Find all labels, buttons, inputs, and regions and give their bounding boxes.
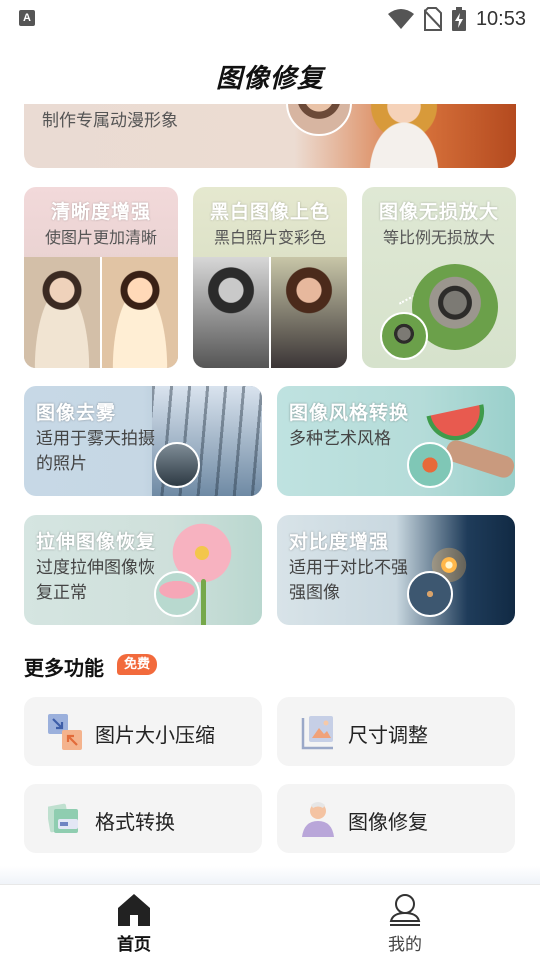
nav-home[interactable]: 首页 bbox=[84, 893, 184, 957]
card-subtitle: 适用于对比不强强图像 bbox=[289, 558, 408, 603]
resize-button[interactable]: 尺寸调整 bbox=[277, 697, 515, 766]
banner-anime-illustration bbox=[344, 104, 464, 168]
card-title: 拉伸图像恢复 bbox=[36, 531, 157, 553]
card-bw-colorize[interactable]: 黑白图像上色 黑白照片变彩色 bbox=[193, 187, 347, 368]
status-bar: A 10:53 bbox=[0, 0, 540, 38]
tool-label: 尺寸调整 bbox=[348, 723, 428, 747]
contrast-preview-circle bbox=[407, 571, 453, 617]
card-subtitle: 黑白照片变彩色 bbox=[213, 228, 326, 247]
raccoon-small-photo bbox=[380, 312, 428, 360]
card-subtitle: 过度拉伸图像恢复正常 bbox=[36, 558, 155, 603]
card-contrast-enhance[interactable]: 对比度增强 适用于对比不强强图像 bbox=[277, 515, 515, 625]
banner-subtitle: 制作专属动漫形象 bbox=[42, 111, 178, 131]
card-clarity-enhance[interactable]: 清晰度增强 使图片更加清晰 bbox=[24, 187, 178, 368]
resize-icon bbox=[301, 716, 333, 750]
tool-label: 格式转换 bbox=[95, 810, 175, 834]
tool-label: 图像修复 bbox=[348, 810, 428, 834]
status-icons: 10:53 bbox=[387, 6, 526, 32]
nav-profile[interactable]: 我的 bbox=[355, 893, 455, 957]
tool-label: 图片大小压缩 bbox=[95, 723, 215, 747]
compare-divider bbox=[100, 257, 102, 368]
before-photo bbox=[24, 257, 100, 368]
page-title: 图像修复 bbox=[215, 64, 324, 94]
colorized-photo bbox=[271, 257, 347, 368]
format-convert-button[interactable]: 格式转换 bbox=[24, 784, 262, 853]
card-title: 黑白图像上色 bbox=[209, 201, 330, 223]
scroll-fade bbox=[0, 866, 540, 886]
card-title: 图像无损放大 bbox=[378, 201, 499, 223]
card-subtitle: 多种艺术风格 bbox=[289, 429, 391, 449]
card-subtitle: 等比例无损放大 bbox=[382, 228, 495, 247]
card-dehaze[interactable]: 图像去雾 适用于雾天拍摄的照片 bbox=[24, 386, 262, 496]
compress-icon bbox=[48, 714, 82, 750]
battery-charging-icon bbox=[451, 7, 466, 31]
bottom-nav: 首页 我的 bbox=[0, 884, 540, 960]
home-icon bbox=[118, 894, 150, 926]
card-style-transfer[interactable]: 图像风格转换 多种艺术风格 bbox=[277, 386, 515, 496]
compress-image-button[interactable]: 图片大小压缩 bbox=[24, 697, 262, 766]
wifi-icon bbox=[387, 9, 414, 29]
bw-photo bbox=[193, 257, 269, 368]
image-repair-button[interactable]: 图像修复 bbox=[277, 784, 515, 853]
nav-home-label: 首页 bbox=[117, 935, 151, 955]
card-lossless-upscale[interactable]: 图像无损放大 等比例无损放大 bbox=[362, 187, 516, 368]
stretch-preview-circle bbox=[154, 571, 200, 617]
arm-image bbox=[443, 437, 515, 481]
card-subtitle: 使图片更加清晰 bbox=[44, 228, 157, 247]
banner-original-photo bbox=[286, 104, 352, 136]
card-title: 清晰度增强 bbox=[50, 201, 151, 223]
anime-avatar-banner[interactable]: 制作专属动漫形象 bbox=[24, 104, 516, 168]
status-time: 10:53 bbox=[475, 7, 526, 30]
no-sim-icon bbox=[423, 7, 442, 31]
card-stretch-restore[interactable]: 拉伸图像恢复 过度拉伸图像恢复正常 bbox=[24, 515, 262, 625]
profile-icon bbox=[389, 894, 421, 926]
more-functions-heading: 更多功能 bbox=[24, 656, 104, 680]
dehaze-preview-circle bbox=[154, 442, 200, 488]
portrait-repair-icon bbox=[302, 802, 334, 837]
format-convert-icon bbox=[48, 803, 78, 833]
card-title: 图像去雾 bbox=[36, 402, 117, 424]
flower-stem bbox=[201, 579, 206, 625]
free-badge: 免费 bbox=[117, 654, 158, 675]
compare-divider bbox=[269, 257, 271, 368]
card-subtitle: 适用于雾天拍摄的照片 bbox=[36, 429, 155, 474]
after-photo bbox=[102, 257, 178, 368]
card-title: 对比度增强 bbox=[289, 531, 390, 553]
card-title: 图像风格转换 bbox=[289, 402, 410, 424]
app-notification-icon: A bbox=[19, 10, 35, 26]
nav-profile-label: 我的 bbox=[388, 935, 422, 955]
